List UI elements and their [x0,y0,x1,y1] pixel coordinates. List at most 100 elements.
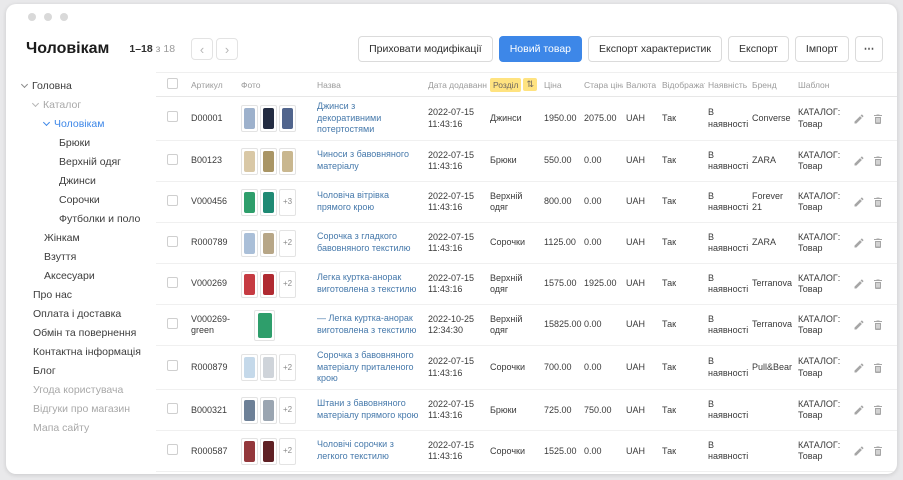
delete-icon[interactable] [872,278,884,290]
row-checkbox[interactable] [167,403,178,414]
delete-icon[interactable] [872,113,884,125]
product-name-link[interactable]: Джинси з декоративними потертостями [317,101,422,136]
column-header-template[interactable]: Шаблон [795,80,851,90]
sidebar-item[interactable]: Каталог [22,95,156,114]
product-photo-thumbnail[interactable] [260,105,277,132]
product-photo-thumbnail[interactable] [260,397,277,424]
product-photo-thumbnail[interactable] [279,105,296,132]
prev-page-button[interactable]: ‹ [191,38,213,60]
row-checkbox[interactable] [167,154,178,165]
sidebar-item[interactable]: Брюки [22,133,156,152]
column-header-category[interactable]: Розділ [490,78,521,92]
hide-modifications-button[interactable]: Приховати модифікації [358,36,493,62]
product-photo-thumbnail[interactable] [241,230,258,257]
garment-image [282,151,293,172]
row-checkbox[interactable] [167,195,178,206]
delete-icon[interactable] [872,196,884,208]
edit-icon[interactable] [853,113,865,125]
sidebar-item[interactable]: Відгуки про магазин [22,399,156,418]
product-photo-thumbnail[interactable] [279,148,296,175]
delete-icon[interactable] [872,362,884,374]
sidebar-item[interactable]: Контактна інформація [22,342,156,361]
product-photo-thumbnail[interactable] [254,310,275,341]
product-name-link[interactable]: Сорочка з бавовняного матеріалу притален… [317,350,422,385]
product-name-link[interactable]: Сорочка з гладкого бавовняного текстилю [317,231,422,254]
column-header-price[interactable]: Ціна [541,80,581,90]
edit-icon[interactable] [853,362,865,374]
window-close-icon[interactable] [28,13,36,21]
import-button[interactable]: Імпорт [795,36,849,62]
product-name-link[interactable]: Чиноси з бавовняного матеріалу [317,149,422,172]
select-all-checkbox[interactable] [167,78,178,89]
window-minimize-icon[interactable] [44,13,52,21]
export-characteristics-button[interactable]: Експорт характеристик [588,36,722,62]
delete-icon[interactable] [872,155,884,167]
edit-icon[interactable] [853,319,865,331]
product-photo-thumbnail[interactable] [241,397,258,424]
edit-icon[interactable] [853,196,865,208]
delete-icon[interactable] [872,445,884,457]
product-photo-thumbnail[interactable] [260,189,277,216]
product-name-link[interactable]: Чоловіча вітрівка прямого крою [317,190,422,213]
product-photo-thumbnail[interactable] [260,148,277,175]
sidebar-item[interactable]: Взуття [22,247,156,266]
column-header-currency[interactable]: Валюта [623,80,659,90]
product-photo-thumbnail[interactable] [260,271,277,298]
product-photo-thumbnail[interactable] [260,438,277,465]
row-checkbox[interactable] [167,111,178,122]
column-header-sku[interactable]: Артикул [188,80,238,90]
row-checkbox[interactable] [167,318,178,329]
edit-icon[interactable] [853,404,865,416]
product-photo-thumbnail[interactable] [241,271,258,298]
more-actions-button[interactable]: ⋯ [855,36,883,62]
delete-icon[interactable] [872,319,884,331]
sidebar-item[interactable]: Верхній одяг [22,152,156,171]
delete-icon[interactable] [872,404,884,416]
sidebar-item[interactable]: Угода користувача [22,380,156,399]
next-page-button[interactable]: › [216,38,238,60]
sort-icon[interactable]: ⇅ [523,78,537,91]
product-name-link[interactable]: — Легка куртка-анорак виготовлена з текс… [317,313,422,336]
product-name-link[interactable]: Штани з бавовняного матеріалу прямого кр… [317,398,422,421]
column-header-display[interactable]: Відображати [659,80,705,90]
column-header-availability[interactable]: Наявність [705,80,749,90]
column-header-old-price[interactable]: Стара ціна [581,80,623,90]
new-product-button[interactable]: Новий товар [499,36,582,62]
product-photo-thumbnail[interactable] [260,354,277,381]
sidebar-item[interactable]: Блог [22,361,156,380]
edit-icon[interactable] [853,278,865,290]
product-photo-thumbnail[interactable] [260,230,277,257]
column-header-date[interactable]: Дата додавання [425,80,487,90]
sidebar-item[interactable]: Аксесуари [22,266,156,285]
row-checkbox[interactable] [167,277,178,288]
product-name-link[interactable]: Легка куртка-анорак виготовлена з тексти… [317,272,422,295]
product-photo-thumbnail[interactable] [241,105,258,132]
sidebar-item[interactable]: Сорочки [22,190,156,209]
sidebar-item[interactable]: Про нас [22,285,156,304]
sidebar-item[interactable]: Футболки и поло [22,209,156,228]
sidebar-item[interactable]: Жінкам [22,228,156,247]
edit-icon[interactable] [853,237,865,249]
product-photo-thumbnail[interactable] [241,354,258,381]
edit-icon[interactable] [853,155,865,167]
row-checkbox[interactable] [167,236,178,247]
product-photo-thumbnail[interactable] [241,189,258,216]
sidebar-item[interactable]: Джинси [22,171,156,190]
column-header-brand[interactable]: Бренд [749,80,795,90]
export-button[interactable]: Експорт [728,36,789,62]
delete-icon[interactable] [872,237,884,249]
row-checkbox[interactable] [167,444,178,455]
column-header-name[interactable]: Назва [314,80,425,90]
edit-icon[interactable] [853,445,865,457]
product-name-link[interactable]: Чоловічі сорочки з легкого текстилю [317,439,422,462]
sidebar-item[interactable]: Головна [22,76,156,95]
product-photo-thumbnail[interactable] [241,438,258,465]
sidebar-item[interactable]: Обмін та повернення [22,323,156,342]
row-checkbox[interactable] [167,360,178,371]
window-maximize-icon[interactable] [60,13,68,21]
sidebar-item[interactable]: Оплата і доставка [22,304,156,323]
sidebar-item[interactable]: Мапа сайту [22,418,156,437]
sidebar-item[interactable]: Чоловікам [22,114,156,133]
column-header-photo[interactable]: Фото [238,80,314,90]
product-photo-thumbnail[interactable] [241,148,258,175]
